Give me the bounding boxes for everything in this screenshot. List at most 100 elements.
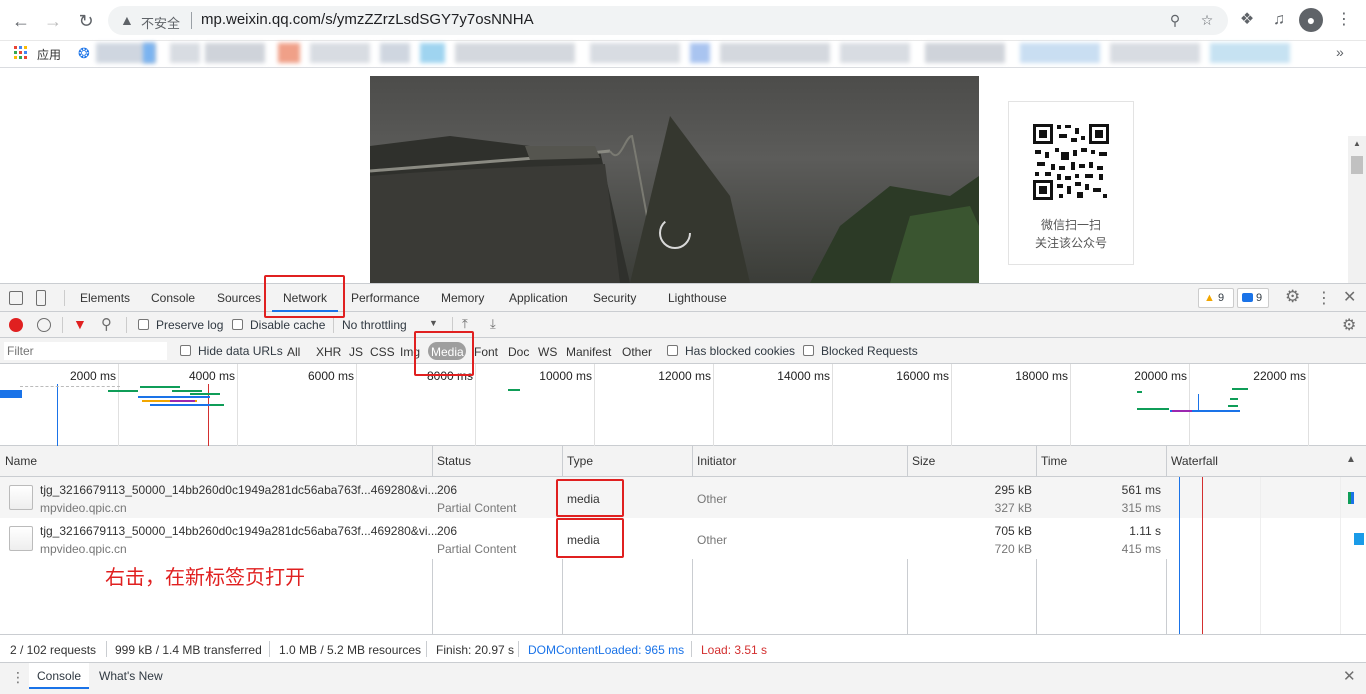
filter-type-xhr[interactable]: XHR bbox=[316, 345, 341, 359]
column-header-initiator[interactable]: Initiator bbox=[697, 454, 736, 468]
drawer-tab-whats-new[interactable]: What's New bbox=[99, 669, 163, 683]
tab-lighthouse[interactable]: Lighthouse bbox=[668, 284, 727, 312]
column-header-type[interactable]: Type bbox=[567, 454, 593, 468]
warning-icon[interactable]: ▲ bbox=[120, 12, 136, 28]
bookmark-blurred[interactable] bbox=[420, 43, 445, 63]
status-resources: 1.0 MB / 5.2 MB resources bbox=[279, 643, 422, 657]
video-player[interactable] bbox=[370, 76, 979, 283]
bookmark-blurred[interactable] bbox=[310, 43, 370, 63]
network-settings-gear-icon[interactable]: ⚙ bbox=[1342, 315, 1356, 335]
filter-type-css[interactable]: CSS bbox=[370, 345, 395, 359]
bookmark-blurred[interactable] bbox=[925, 43, 1005, 63]
disable-cache-label[interactable]: Disable cache bbox=[250, 318, 325, 332]
bookmark-blurred[interactable] bbox=[690, 43, 710, 63]
bookmark-blurred[interactable] bbox=[1210, 43, 1290, 63]
has-blocked-cookies-checkbox[interactable] bbox=[667, 345, 678, 356]
filter-input[interactable] bbox=[4, 342, 167, 360]
hide-data-urls-checkbox[interactable] bbox=[180, 345, 191, 356]
has-blocked-cookies-label[interactable]: Has blocked cookies bbox=[685, 344, 795, 358]
filter-type-doc[interactable]: Doc bbox=[508, 345, 529, 359]
filter-type-manifest[interactable]: Manifest bbox=[566, 345, 611, 359]
bookmark-favicon[interactable]: ❂ bbox=[78, 45, 92, 61]
status-load: Load: 3.51 s bbox=[701, 643, 768, 657]
menu-kebab-icon[interactable]: ⋮ bbox=[1333, 9, 1355, 31]
hide-data-urls-label[interactable]: Hide data URLs bbox=[198, 344, 283, 358]
blocked-requests-label[interactable]: Blocked Requests bbox=[821, 344, 918, 358]
tab-security[interactable]: Security bbox=[593, 284, 636, 312]
tab-elements[interactable]: Elements bbox=[80, 284, 130, 312]
scroll-thumb[interactable] bbox=[1351, 156, 1363, 174]
inspect-element-icon[interactable] bbox=[9, 291, 23, 305]
disable-cache-checkbox[interactable] bbox=[232, 319, 243, 330]
column-header-status[interactable]: Status bbox=[437, 454, 471, 468]
message-count: 9 bbox=[1256, 292, 1263, 304]
star-icon[interactable]: ☆ bbox=[1198, 11, 1216, 29]
tab-application[interactable]: Application bbox=[509, 284, 568, 312]
bookmark-blurred[interactable] bbox=[380, 43, 410, 63]
bookmark-blurred[interactable] bbox=[720, 43, 830, 63]
filter-type-other[interactable]: Other bbox=[622, 345, 652, 359]
extensions-icon[interactable]: ❖ bbox=[1236, 9, 1258, 31]
throttling-select[interactable]: No throttling bbox=[342, 318, 407, 332]
sort-ascending-icon[interactable]: ▲ bbox=[1346, 454, 1356, 465]
tab-sources[interactable]: Sources bbox=[217, 284, 261, 312]
filter-type-all[interactable]: All bbox=[287, 345, 300, 359]
request-name[interactable]: tjg_3216679113_50000_14bb260d0c1949a281d… bbox=[40, 483, 437, 497]
zoom-icon[interactable]: ⚲ bbox=[1166, 11, 1184, 29]
table-row[interactable]: tjg_3216679113_50000_14bb260d0c1949a281d… bbox=[0, 477, 1366, 518]
import-har-icon[interactable]: ⤒ bbox=[462, 316, 468, 332]
network-overview-timeline[interactable]: 2000 ms 4000 ms 6000 ms 8000 ms 10000 ms… bbox=[0, 364, 1366, 446]
clear-icon[interactable] bbox=[37, 318, 51, 332]
warnings-badge[interactable]: ▲ 9 bbox=[1198, 288, 1234, 308]
forward-arrow-icon[interactable]: → bbox=[40, 8, 66, 34]
settings-gear-icon[interactable]: ⚙ bbox=[1285, 287, 1300, 307]
record-icon[interactable] bbox=[9, 318, 23, 332]
bookmark-blurred[interactable] bbox=[170, 43, 200, 63]
insecure-label[interactable]: 不安全 bbox=[141, 13, 180, 32]
search-icon[interactable]: ⚲ bbox=[101, 315, 112, 333]
column-header-time[interactable]: Time bbox=[1041, 454, 1067, 468]
blocked-requests-checkbox[interactable] bbox=[803, 345, 814, 356]
url-text[interactable]: mp.weixin.qq.com/s/ymzZZrzLsdSGY7y7osNNH… bbox=[201, 11, 534, 28]
preserve-log-label[interactable]: Preserve log bbox=[156, 318, 223, 332]
bookmark-blurred[interactable] bbox=[590, 43, 680, 63]
tab-memory[interactable]: Memory bbox=[441, 284, 484, 312]
column-header-size[interactable]: Size bbox=[912, 454, 935, 468]
tab-performance[interactable]: Performance bbox=[351, 284, 420, 312]
bookmark-blurred[interactable] bbox=[455, 43, 575, 63]
bookmark-blurred[interactable] bbox=[143, 43, 155, 63]
bookmark-blurred[interactable] bbox=[1110, 43, 1200, 63]
close-icon[interactable]: ✕ bbox=[1343, 287, 1356, 307]
back-arrow-icon[interactable]: ← bbox=[8, 8, 34, 34]
bookmark-blurred[interactable] bbox=[1020, 43, 1100, 63]
scroll-up-icon[interactable]: ▲ bbox=[1353, 139, 1361, 148]
tab-console[interactable]: Console bbox=[151, 284, 195, 312]
drawer-close-icon[interactable]: ✕ bbox=[1343, 667, 1356, 685]
column-header-waterfall[interactable]: Waterfall bbox=[1171, 454, 1218, 468]
bookmarks-overflow[interactable]: » bbox=[1336, 44, 1344, 60]
devtools-menu-icon[interactable]: ⋮ bbox=[1316, 288, 1332, 308]
drawer-tab-console[interactable]: Console bbox=[29, 663, 90, 689]
preserve-log-checkbox[interactable] bbox=[138, 319, 149, 330]
media-control-icon[interactable]: ♫ bbox=[1268, 9, 1290, 31]
omnibox[interactable]: ▲ 不安全 mp.weixin.qq.com/s/ymzZZrzLsdSGY7y… bbox=[108, 6, 1228, 35]
apps-grid-icon[interactable] bbox=[14, 46, 28, 60]
bookmark-blurred[interactable] bbox=[840, 43, 910, 63]
reload-icon[interactable]: ↻ bbox=[73, 8, 99, 34]
bookmark-blurred[interactable] bbox=[278, 43, 300, 63]
chevron-down-icon[interactable]: ▼ bbox=[429, 318, 438, 328]
profile-avatar-icon[interactable]: ● bbox=[1299, 8, 1323, 32]
messages-badge[interactable]: 9 bbox=[1237, 288, 1269, 308]
filter-type-js[interactable]: JS bbox=[349, 345, 363, 359]
table-row[interactable]: tjg_3216679113_50000_14bb260d0c1949a281d… bbox=[0, 518, 1366, 559]
device-toolbar-icon[interactable] bbox=[36, 290, 46, 306]
filter-type-ws[interactable]: WS bbox=[538, 345, 557, 359]
bookmark-apps[interactable]: 应用 bbox=[37, 46, 61, 63]
filter-type-font[interactable]: Font bbox=[474, 345, 498, 359]
column-header-name[interactable]: Name bbox=[5, 454, 37, 468]
drawer-menu-icon[interactable]: ⋮ bbox=[11, 669, 25, 686]
filter-funnel-icon[interactable]: ▼ bbox=[73, 316, 87, 332]
request-name[interactable]: tjg_3216679113_50000_14bb260d0c1949a281d… bbox=[40, 524, 437, 538]
bookmark-blurred[interactable] bbox=[205, 43, 265, 63]
export-har-icon[interactable]: ⤓ bbox=[490, 316, 496, 332]
